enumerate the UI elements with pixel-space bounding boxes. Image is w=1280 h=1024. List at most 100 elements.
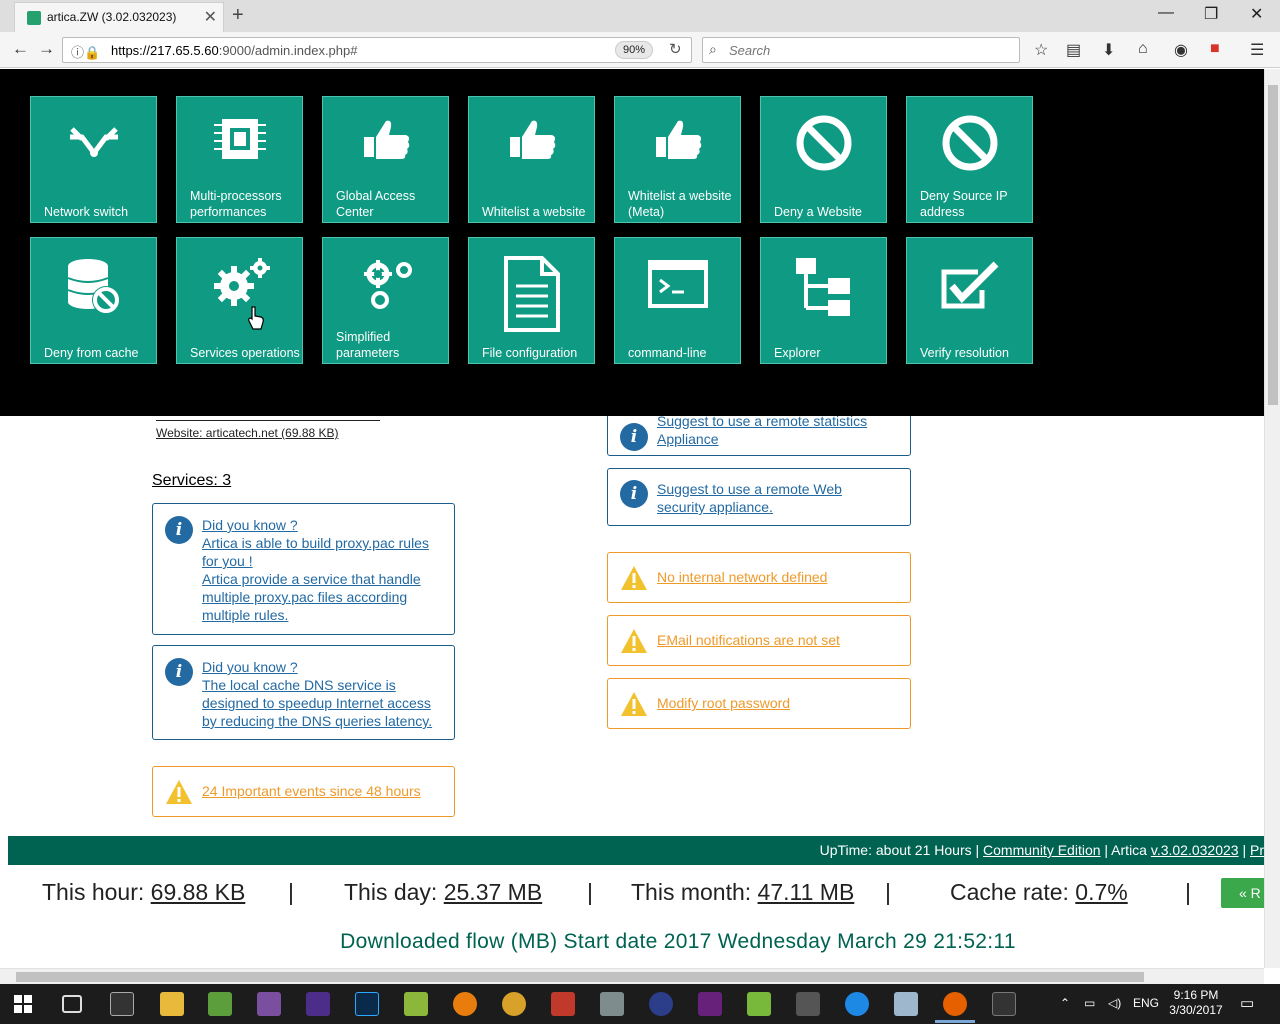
tile-deny-source-ip[interactable]: Deny Source IP address [906, 96, 1033, 223]
events-link[interactable]: 24 Important events since 48 hours [202, 782, 421, 800]
app-icon[interactable] [600, 992, 624, 1016]
reading-list-icon[interactable]: ▤ [1066, 40, 1081, 60]
menu-icon[interactable]: ☰ [1250, 40, 1264, 60]
tile-deny-website[interactable]: Deny a Website [760, 96, 887, 223]
community-edition-link[interactable]: Community Edition [983, 842, 1101, 858]
firefox-icon[interactable] [943, 992, 967, 1016]
horizontal-scrollbar[interactable] [0, 968, 1264, 984]
warning-link[interactable]: No internal network defined [657, 568, 827, 586]
important-events-notice[interactable]: 24 Important events since 48 hours [152, 766, 455, 817]
suggest-web-security-appliance[interactable]: i Suggest to use a remote Web security a… [607, 468, 911, 526]
address-bar[interactable]: ⓘ🔒 https://217.65.5.60:9000/admin.index.… [62, 37, 692, 63]
visual-studio-icon[interactable] [698, 992, 722, 1016]
notifications-icon[interactable]: ▭ [1240, 994, 1254, 1012]
warning-link[interactable]: EMail notifications are not set [657, 631, 840, 649]
back-icon[interactable]: ← [12, 39, 29, 59]
tile-simplified-parameters[interactable]: Simplified parameters [322, 237, 449, 364]
stat-hour-value[interactable]: 69.88 KB [151, 879, 246, 905]
browser-tab[interactable]: artica.ZW (3.02.032023) ✕ [14, 2, 224, 32]
mouse-cursor-icon [248, 306, 264, 330]
tile-services-operations[interactable]: Services operations [176, 237, 303, 364]
search-box[interactable]: ⌕ [702, 37, 1020, 63]
info-icon: i [620, 423, 648, 451]
refresh-button[interactable]: « R [1221, 878, 1264, 908]
website-link[interactable]: Website: articatech.net (69.88 KB) [156, 426, 380, 440]
extension-icon[interactable]: ■ [1210, 40, 1220, 58]
stat-cache-value[interactable]: 0.7% [1075, 879, 1127, 905]
restore-icon[interactable]: ❐ [1204, 4, 1218, 24]
warning-email-notifications[interactable]: EMail notifications are not set [607, 615, 911, 666]
blender-icon[interactable] [453, 992, 477, 1016]
reload-icon[interactable]: ↻ [669, 40, 682, 58]
app-icon[interactable] [502, 992, 526, 1016]
stat-month-value[interactable]: 47.11 MB [758, 879, 855, 905]
thumbs-up-icon [656, 120, 702, 159]
tile-label: Whitelist a website [482, 205, 586, 219]
stat-day-value[interactable]: 25.37 MB [444, 879, 542, 905]
new-tab-icon[interactable]: + [232, 4, 244, 27]
language-indicator[interactable]: ENG [1133, 996, 1159, 1010]
task-view-icon[interactable] [62, 995, 82, 1013]
minimize-icon[interactable]: — [1158, 4, 1174, 22]
bookmark-star-icon[interactable]: ☆ [1034, 40, 1048, 60]
app-icon[interactable] [649, 992, 673, 1016]
home-icon[interactable]: ⌂ [1138, 40, 1148, 58]
app-icon[interactable] [208, 992, 232, 1016]
notice-text[interactable]: Suggest to use a remote statistics Appli… [657, 412, 867, 448]
tile-whitelist-website[interactable]: Whitelist a website [468, 96, 595, 223]
forward-icon[interactable]: → [38, 39, 55, 59]
network-icon[interactable]: ▭ [1084, 996, 1095, 1010]
vmware-icon[interactable] [747, 992, 771, 1016]
app-icon[interactable] [992, 992, 1016, 1016]
tray-chevron-icon[interactable]: ⌃ [1060, 996, 1070, 1010]
download-icon[interactable]: ⬇ [1102, 40, 1115, 60]
cmd-app-icon[interactable] [110, 992, 134, 1016]
notice-text[interactable]: Did you know ? Artica is able to build p… [202, 516, 429, 624]
file-explorer-icon[interactable] [160, 992, 184, 1016]
site-info-icon[interactable]: ⓘ🔒 [71, 42, 100, 61]
did-you-know-proxy-pac[interactable]: i Did you know ? Artica is able to build… [152, 503, 455, 635]
tile-global-access-center[interactable]: Global Access Center [322, 96, 449, 223]
tile-whitelist-website-meta[interactable]: Whitelist a website (Meta) [614, 96, 741, 223]
tile-explorer[interactable]: Explorer [760, 237, 887, 364]
notepad-plus-icon[interactable] [404, 992, 428, 1016]
tile-multi-processors[interactable]: Multi-processors performances [176, 96, 303, 223]
app-icon[interactable] [306, 992, 330, 1016]
page-content: Website: articatech.net (69.88 KB) Servi… [0, 408, 1264, 968]
window-close-icon[interactable]: ✕ [1250, 4, 1263, 24]
notice-text[interactable]: Did you know ? The local cache DNS servi… [202, 658, 432, 730]
active-app-indicator [935, 1020, 975, 1023]
stat-separator: | [288, 879, 294, 905]
zoom-level[interactable]: 90% [615, 41, 653, 59]
scroll-thumb[interactable] [16, 972, 1144, 982]
tile-label: Global Access Center [336, 189, 416, 219]
app-icon[interactable] [257, 992, 281, 1016]
app-icon[interactable] [551, 992, 575, 1016]
vertical-scrollbar[interactable] [1264, 69, 1280, 968]
close-tab-icon[interactable]: ✕ [204, 7, 217, 27]
tile-verify-resolution[interactable]: Verify resolution [906, 237, 1033, 364]
scroll-thumb[interactable] [1268, 85, 1278, 405]
version-link[interactable]: v.3.02.032023 [1151, 842, 1239, 858]
photoshop-icon[interactable] [355, 992, 379, 1016]
checkbox-icon [941, 261, 999, 309]
warning-no-internal-network[interactable]: No internal network defined [607, 552, 911, 603]
tile-deny-from-cache[interactable]: Deny from cache [30, 237, 157, 364]
system-clock[interactable]: 9:16 PM 3/30/2017 [1168, 988, 1224, 1018]
footer-tail-link[interactable]: Pr [1250, 842, 1264, 858]
search-input[interactable] [729, 41, 1009, 59]
warning-link[interactable]: Modify root password [657, 694, 790, 712]
warning-root-password[interactable]: Modify root password [607, 678, 911, 729]
volume-icon[interactable]: ◁) [1108, 996, 1121, 1010]
thumbs-up-icon [510, 120, 556, 159]
did-you-know-dns-cache[interactable]: i Did you know ? The local cache DNS ser… [152, 645, 455, 740]
windows-start-icon[interactable] [14, 995, 32, 1013]
app-icon[interactable] [894, 992, 918, 1016]
tile-network-switch[interactable]: Network switch [30, 96, 157, 223]
tile-command-line[interactable]: command-line [614, 237, 741, 364]
app-icon[interactable] [796, 992, 820, 1016]
tile-file-configuration[interactable]: File configuration [468, 237, 595, 364]
app-icon[interactable] [845, 992, 869, 1016]
notice-text[interactable]: Suggest to use a remote Web security app… [657, 480, 842, 516]
pocket-icon[interactable]: ◉ [1174, 40, 1188, 60]
